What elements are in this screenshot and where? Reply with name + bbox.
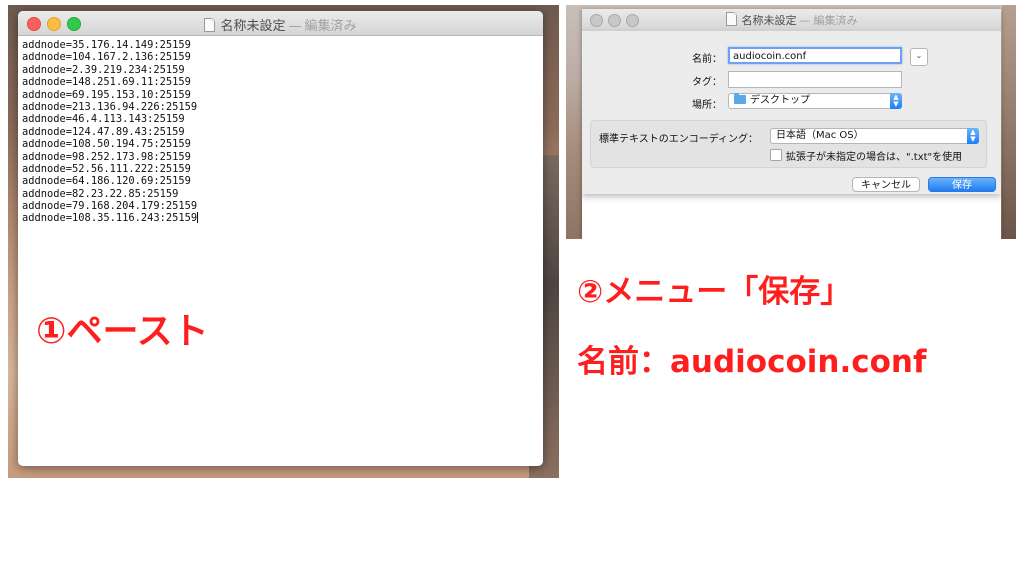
filename-input[interactable]: audiocoin.conf [728,47,902,64]
left-screenshot: 名称未設定 — 編集済み addnode=35.176.14.149:25159 a… [8,5,559,478]
encoding-popup[interactable]: 日本語（Mac OS） ▲ ▼ [770,128,979,144]
up-down-arrows-icon: ▲ ▼ [890,93,902,109]
name-label: 名前： [692,54,722,65]
tags-input[interactable] [728,71,902,88]
encoding-label: 標準テキストのエンコーディング： [599,134,758,145]
annotation-filename: 名前：audiocoin.conf [577,344,927,380]
text-line[interactable]: addnode=52.56.111.222:25159 [22,163,543,175]
text-line[interactable]: addnode=2.39.219.234:25159 [22,64,543,76]
document-icon [725,12,737,26]
textedit-window-save: 名称未設定 — 編集済み 名前： audiocoin.conf ⌄ タグ： 場所： … [582,9,1001,239]
encoding-options: 標準テキストのエンコーディング： 日本語（Mac OS） ▲ ▼ 拡張子が未指定の… [590,120,987,168]
text-line[interactable]: addnode=98.252.173.98:25159 [22,151,543,163]
text-line[interactable]: addnode=104.167.2.136:25159 [22,51,543,63]
encoding-value: 日本語（Mac OS） [776,130,864,141]
document-icon [204,18,216,32]
text-line[interactable]: addnode=64.186.120.69:25159 [22,175,543,187]
window-title-text: 名称未設定 [741,14,797,27]
text-line[interactable]: addnode=213.136.94.226:25159 [22,101,543,113]
text-line[interactable]: addnode=79.168.204.179:25159 [22,200,543,212]
window-title: 名称未設定 — 編集済み [18,15,543,34]
text-line[interactable]: addnode=108.50.194.75:25159 [22,138,543,150]
text-line[interactable]: addnode=124.47.89.43:25159 [22,126,543,138]
window-title-text: 名称未設定 [220,19,286,34]
text-line[interactable]: addnode=46.4.113.143:25159 [22,113,543,125]
text-line[interactable]: addnode=108.35.116.243:25159 [22,212,197,224]
annotation-paste: ①ペースト [36,311,209,352]
text-line[interactable]: addnode=82.23.22.85:25159 [22,188,543,200]
right-screenshot: 名称未設定 — 編集済み 名前： audiocoin.conf ⌄ タグ： 場所： … [566,5,1016,239]
title-separator: — [799,14,811,27]
cancel-button[interactable]: キャンセル [852,177,920,192]
save-sheet: 名前： audiocoin.conf ⌄ タグ： 場所： デスクトップ ▲ ▼ 標… [582,31,1001,194]
location-label: 場所： [692,100,722,111]
title-bar: 名称未設定 — 編集済み [582,9,1001,32]
location-value: デスクトップ [750,95,810,106]
location-popup[interactable]: デスクトップ ▲ ▼ [728,93,902,109]
edited-status: 編集済み [813,14,858,27]
title-separator: — [288,19,302,34]
last-line-row: addnode=108.35.116.243:25159 [22,212,543,224]
text-line[interactable]: addnode=35.176.14.149:25159 [22,39,543,51]
text-line[interactable]: addnode=148.251.69.11:25159 [22,76,543,88]
text-caret [197,212,199,224]
tags-label: タグ： [692,77,722,88]
edited-status: 編集済み [304,19,357,34]
title-bar: 名称未設定 — 編集済み [18,11,543,36]
window-title: 名称未設定 — 編集済み [582,12,1001,28]
save-button[interactable]: 保存 [928,177,996,192]
annotation-menu-save: ②メニュー「保存」 [577,274,852,310]
text-editor-area[interactable]: addnode=35.176.14.149:25159 addnode=104.… [18,36,543,225]
folder-icon [734,93,746,104]
txt-extension-checkbox[interactable] [770,149,782,161]
up-down-arrows-icon: ▲ ▼ [967,128,979,144]
txt-extension-label: 拡張子が未指定の場合は、".txt"を使用 [786,152,963,163]
textedit-window: 名称未設定 — 編集済み addnode=35.176.14.149:25159 a… [18,11,543,466]
chevron-down-icon[interactable]: ⌄ [910,48,928,66]
text-line[interactable]: addnode=69.195.153.10:25159 [22,89,543,101]
desktop-wallpaper [1002,5,1016,239]
